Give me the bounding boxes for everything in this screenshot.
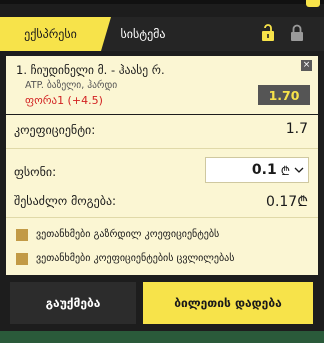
bet-type-tabs: ექსპრესი სისტემა (0, 17, 324, 51)
bet-item: 1. ჩიუდინელი მ. - ჰაასე რ. ATP. ბაზელი, … (6, 56, 318, 114)
bet-odds: 1.70 (258, 85, 310, 105)
bet-market: ფორა1 (+4.5) (25, 94, 103, 107)
place-bet-button[interactable]: ბილეთის დადება (143, 282, 313, 324)
lock-icon (291, 24, 303, 41)
corner-badge (306, 0, 320, 7)
payout-label: შესაძლო მოგება: (14, 194, 117, 208)
bottom-strip (0, 331, 324, 343)
close-icon[interactable]: × (301, 60, 312, 71)
cancel-button[interactable]: გაუქმება (10, 282, 136, 324)
unlock-icon[interactable] (260, 23, 276, 43)
tab-system[interactable]: სისტემა (101, 17, 185, 51)
chevron-down-icon[interactable] (294, 166, 304, 174)
coef-label: კოეფიციენტი: (14, 123, 96, 137)
bet-league: ATP. ბაზელი, ჰარდი (25, 80, 118, 91)
accept-higher-label[interactable]: ვეთანხმები გაზრდილ კოეფიციენტებს (36, 229, 219, 240)
accept-changes-label[interactable]: ვეთანხმები კოეფიციენტების ცვლილებას (36, 253, 234, 264)
currency-sign: ₾ (280, 163, 290, 178)
divider (6, 217, 318, 218)
stake-label: ფსონი: (14, 165, 57, 179)
accept-higher-checkbox[interactable] (16, 229, 28, 241)
accept-changes-checkbox[interactable] (16, 253, 28, 265)
divider (6, 148, 318, 149)
stake-input[interactable]: 0.1 ₾ (205, 157, 309, 183)
tab-express[interactable]: ექსპრესი (0, 17, 111, 51)
bet-slip-widget: ექსპრესი სისტემა 1. ჩიუდინელი მ. - ჰაასე… (0, 0, 324, 343)
stake-value: 0.1 (251, 162, 277, 178)
payout-value: 0.17₾ (266, 194, 308, 210)
top-strip (0, 0, 324, 4)
coef-value: 1.7 (285, 121, 308, 137)
bet-summary: კოეფიციენტი: 1.7 ფსონი: 0.1 ₾ შესაძლო მო… (6, 115, 318, 275)
bet-event-title: 1. ჩიუდინელი მ. - ჰაასე რ. (16, 63, 165, 77)
